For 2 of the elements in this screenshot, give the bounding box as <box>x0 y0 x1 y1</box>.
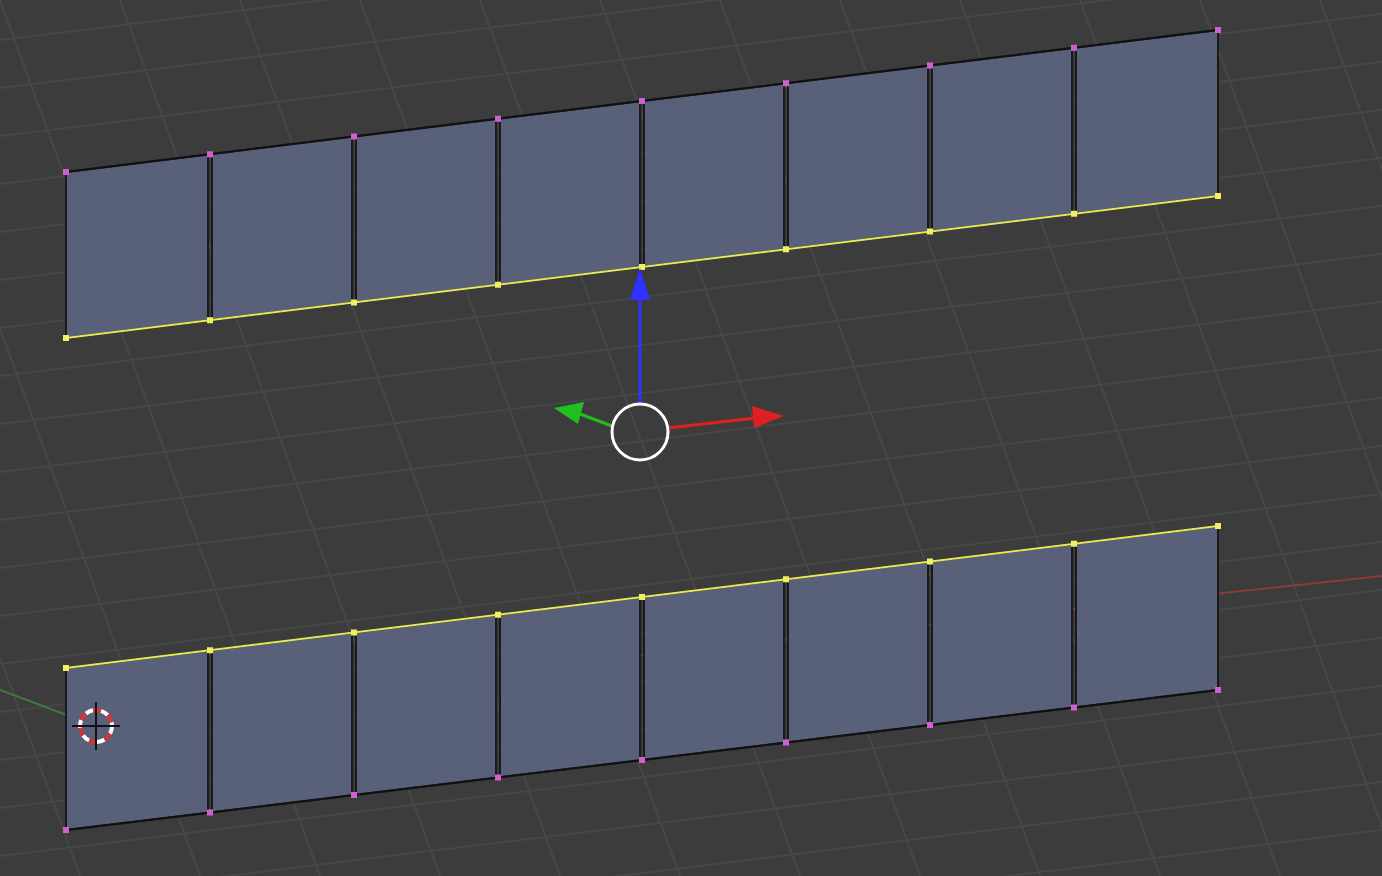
3d-cursor-icon <box>71 701 121 751</box>
transform-gizmo-drawing[interactable] <box>554 268 784 462</box>
